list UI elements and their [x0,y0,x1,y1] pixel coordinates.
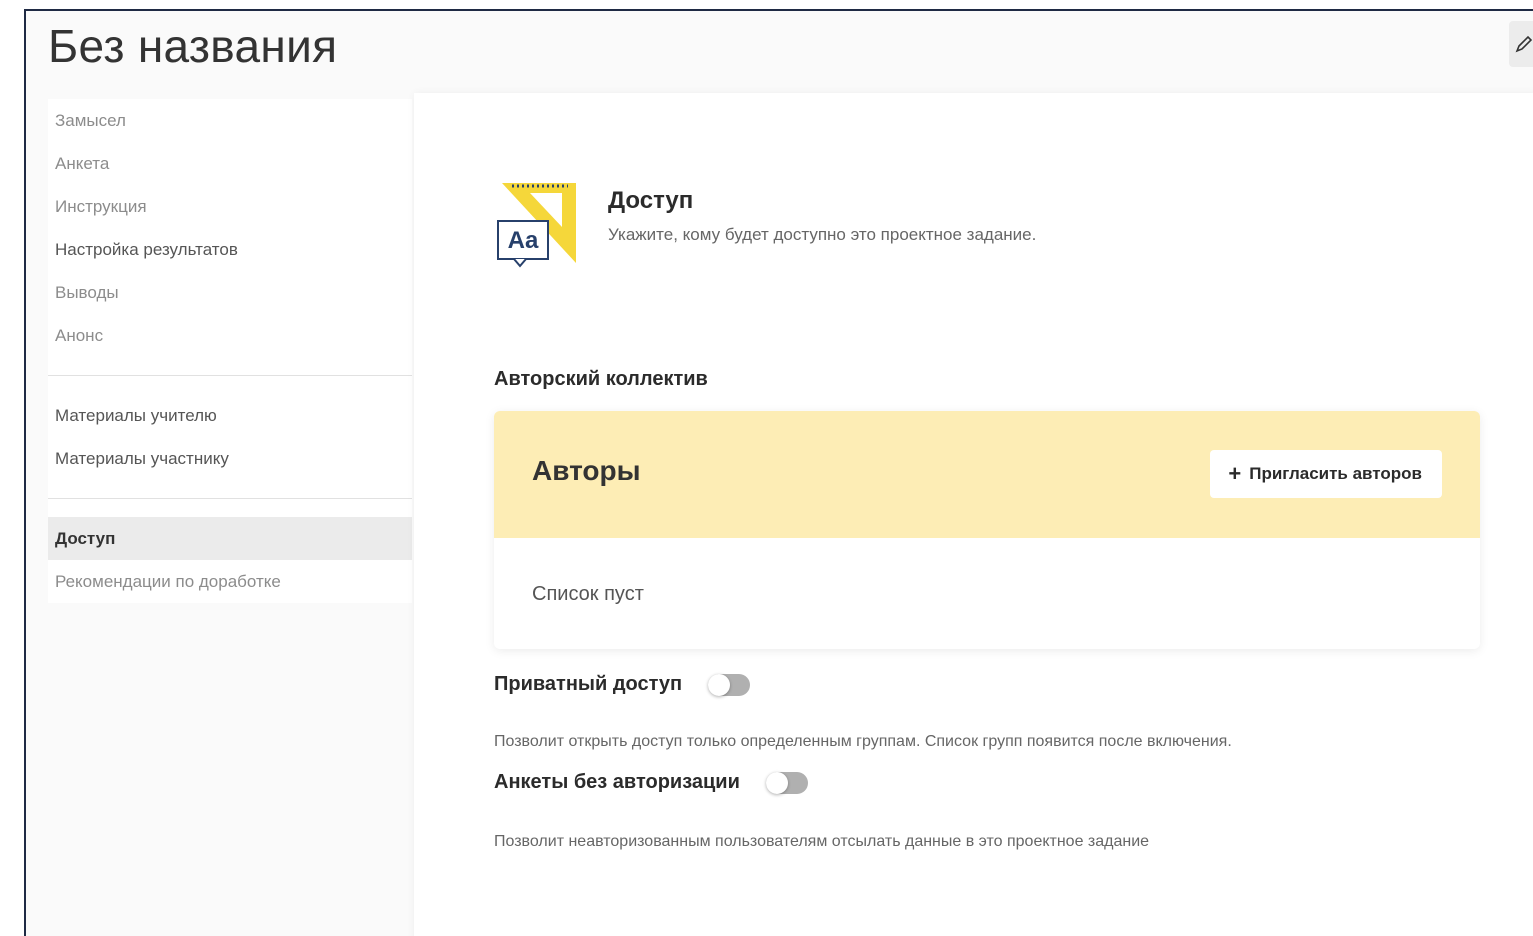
app-frame: Без названия Замысел Анкета Инструкция Н… [24,9,1533,936]
pencil-icon [1515,35,1533,53]
authors-card-header: Авторы + Пригласить авторов [494,411,1480,538]
private-access-row: Приватный доступ [494,673,751,696]
sidebar-item-participant-materials[interactable]: Материалы участнику [48,437,412,480]
private-access-help: Позволит открыть доступ только определен… [494,733,1232,750]
anon-forms-help: Позволит неавторизованным пользователям … [494,833,1150,850]
aa-text-icon: Aa [497,183,576,268]
section-description: Укажите, кому будет доступно это проектн… [608,225,1037,244]
section-title: Доступ [608,187,694,214]
icon-text: Aa [508,227,539,254]
sidebar-divider [48,498,412,499]
invite-authors-label: Пригласить авторов [1249,464,1422,483]
anon-forms-row: Анкеты без авторизации [494,771,808,794]
page-title: Без названия [48,20,338,72]
authors-card: Авторы + Пригласить авторов Список пуст [494,411,1480,649]
invite-authors-button[interactable]: + Пригласить авторов [1210,450,1442,498]
sidebar-nav: Замысел Анкета Инструкция Настройка резу… [48,99,412,603]
anon-forms-label: Анкеты без авторизации [494,771,740,793]
sidebar-item-announcement[interactable]: Анонс [48,314,412,357]
sidebar-item-zamysel[interactable]: Замысел [48,99,412,142]
private-access-label: Приватный доступ [494,673,683,695]
authors-empty-text: Список пуст [532,583,644,605]
sidebar-item-teacher-materials[interactable]: Материалы учителю [48,394,412,437]
sidebar-item-instruction[interactable]: Инструкция [48,185,412,228]
sidebar-item-conclusions[interactable]: Выводы [48,271,412,314]
sidebar-item-results-settings[interactable]: Настройка результатов [48,228,412,271]
main-content: Aa Доступ Укажите, кому будет доступно э… [414,93,1533,936]
sidebar-item-access[interactable]: Доступ [48,517,412,560]
sidebar-item-recommendations[interactable]: Рекомендации по доработке [48,560,412,603]
sidebar-item-anketa[interactable]: Анкета [48,142,412,185]
authors-group-label: Авторский коллектив [494,368,708,390]
plus-icon: + [1228,461,1242,486]
section-header: Aa Доступ Укажите, кому будет доступно э… [494,183,1394,283]
anon-forms-toggle[interactable] [765,771,808,794]
edit-title-button[interactable] [1509,21,1533,67]
sidebar-divider [48,375,412,376]
private-access-toggle[interactable] [708,673,751,696]
authors-title: Авторы [532,455,641,486]
